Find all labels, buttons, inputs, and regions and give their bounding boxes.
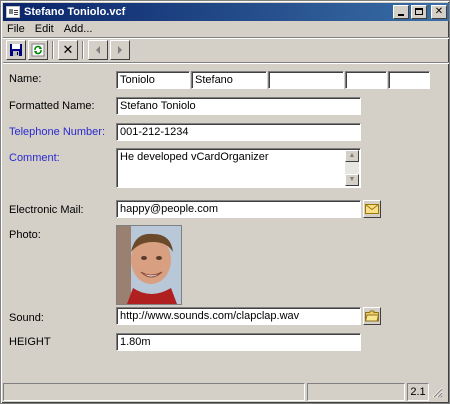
next-button[interactable]: [110, 40, 130, 60]
minimize-button[interactable]: [393, 5, 409, 19]
delete-button[interactable]: ✕: [58, 40, 78, 60]
status-bar: 2.1: [3, 383, 449, 401]
height-input[interactable]: 1.80m: [116, 333, 361, 351]
resize-grip-icon: [432, 387, 443, 398]
sound-input[interactable]: http://www.sounds.com/clapclap.wav: [116, 307, 361, 325]
open-file-button[interactable]: [363, 307, 381, 325]
toolbar: ✕: [3, 39, 449, 61]
email-input[interactable]: happy@people.com: [116, 200, 361, 218]
toolbar-separator: [52, 41, 54, 59]
name-label: Name:: [9, 73, 42, 85]
scroll-down-button[interactable]: ▼: [345, 174, 359, 186]
toolbar-separator: [82, 41, 84, 59]
menu-bar: File Edit Add...: [3, 21, 449, 37]
contact-photo[interactable]: [116, 225, 182, 305]
resize-grip[interactable]: [431, 386, 445, 400]
sound-label: Sound:: [9, 312, 44, 324]
arrow-right-icon: [118, 46, 122, 54]
refresh-icon: [31, 43, 45, 57]
name-family-input[interactable]: Toniolo: [116, 71, 190, 89]
window-title: Stefano Toniolo.vcf: [24, 6, 126, 18]
height-label: HEIGHT: [9, 336, 51, 348]
title-bar[interactable]: Stefano Toniolo.vcf ✕: [3, 3, 449, 21]
email-label: Electronic Mail:: [9, 204, 84, 216]
menu-edit[interactable]: Edit: [35, 23, 54, 35]
name-given-input[interactable]: Stefano: [191, 71, 267, 89]
name-additional-input[interactable]: [268, 71, 344, 89]
save-button[interactable]: [6, 40, 26, 60]
vcard-icon: [6, 6, 20, 18]
floppy-icon: [10, 44, 22, 56]
maximize-button[interactable]: [411, 5, 427, 19]
close-button[interactable]: ✕: [431, 5, 447, 19]
send-mail-button[interactable]: [363, 200, 381, 218]
status-panel-count: 2.1: [407, 383, 429, 401]
name-prefix-input[interactable]: [345, 71, 387, 89]
telephone-input[interactable]: 001-212-1234: [116, 123, 361, 141]
folder-icon: [365, 310, 379, 322]
app-window: Stefano Toniolo.vcf ✕ File Edit Add... ✕…: [0, 0, 450, 404]
arrow-left-icon: [96, 46, 100, 54]
status-panel-main: [3, 383, 305, 401]
comment-scrollbar[interactable]: ▲ ▼: [345, 150, 359, 186]
comment-label[interactable]: Comment:: [9, 152, 60, 164]
envelope-icon: [365, 204, 379, 214]
name-suffix-input[interactable]: [388, 71, 430, 89]
delete-icon: ✕: [62, 42, 74, 58]
toolbar-divider: [3, 62, 449, 64]
photo-label: Photo:: [9, 229, 41, 241]
arrow-down-icon: ▼: [348, 176, 356, 183]
scroll-up-button[interactable]: ▲: [345, 150, 359, 162]
formatted-name-input[interactable]: Stefano Toniolo: [116, 97, 361, 115]
menu-file[interactable]: File: [7, 23, 25, 35]
formatted-name-label: Formatted Name:: [9, 100, 95, 112]
status-panel-secondary: [307, 383, 405, 401]
portrait-image: [117, 226, 181, 304]
previous-button[interactable]: [88, 40, 108, 60]
telephone-label[interactable]: Telephone Number:: [9, 126, 105, 138]
menu-add[interactable]: Add...: [64, 23, 93, 35]
comment-textarea[interactable]: He developed vCardOrganizer ▲ ▼: [116, 148, 361, 188]
comment-text: He developed vCardOrganizer: [120, 151, 269, 163]
minimize-icon: [398, 14, 404, 16]
arrow-up-icon: ▲: [348, 152, 356, 159]
maximize-icon: [415, 8, 423, 15]
refresh-button[interactable]: [28, 40, 48, 60]
close-icon: ✕: [434, 6, 444, 17]
